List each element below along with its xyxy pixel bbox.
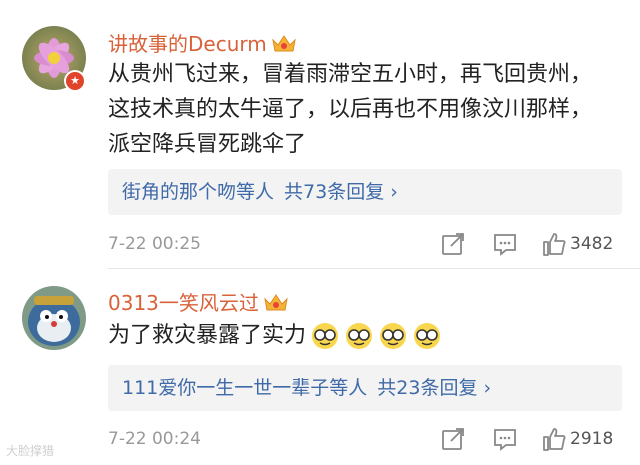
timestamp: 7-22 00:24	[108, 429, 201, 449]
nerd-face-emoji-icon	[346, 322, 373, 349]
comment-icon[interactable]	[491, 230, 519, 258]
comment-text: 从贵州飞过来，冒着雨滞空五小时，再飞回贵州， 这技术真的太牛逼了，以后再也不用像…	[108, 57, 618, 162]
reply-users[interactable]: 111爱你一生一世一辈子等人	[122, 377, 367, 399]
comment-item: ★ 讲故事的Decurm 从贵州飞过来，冒着雨滞空五小时，再飞回贵州， 这技术真…	[0, 0, 640, 268]
chevron-right-icon: ›	[483, 377, 492, 399]
comment-icon[interactable]	[491, 425, 519, 453]
comment-item: 0313一笑风云过 为了救灾暴露了实力 111爱你一生一世一辈子等人 共23条回复…	[0, 268, 640, 465]
comment-footer: 7-22 00:24 2918	[108, 425, 622, 455]
thumbs-up-icon[interactable]	[540, 230, 568, 258]
reply-count[interactable]: 共73条回复	[284, 181, 384, 203]
share-icon[interactable]	[439, 230, 467, 258]
reply-users[interactable]: 街角的那个吻等人	[122, 181, 274, 203]
reply-count[interactable]: 共23条回复	[377, 377, 477, 399]
avatar[interactable]	[22, 286, 86, 350]
replies-link[interactable]: 街角的那个吻等人 共73条回复 ›	[108, 169, 622, 215]
verified-badge-icon: ★	[64, 70, 86, 92]
comment-text-line: 从贵州飞过来，冒着雨滞空五小时，再飞回贵州，	[108, 62, 593, 87]
nerd-face-emoji-icon	[414, 322, 441, 349]
username-text[interactable]: 讲故事的Decurm	[108, 28, 267, 57]
comment-text-line: 为了救灾暴露了实力	[108, 323, 307, 348]
timestamp: 7-22 00:25	[108, 234, 201, 254]
username-text[interactable]: 0313一笑风云过	[108, 287, 259, 316]
nerd-face-emoji-icon	[312, 322, 339, 349]
watermark: 大脸撑猎	[6, 444, 55, 458]
comment-footer: 7-22 00:25 3482	[108, 230, 622, 260]
like-count: 2918	[570, 429, 614, 449]
replies-link[interactable]: 111爱你一生一世一辈子等人 共23条回复 ›	[108, 365, 622, 411]
crown-badge-icon	[264, 293, 288, 310]
nerd-face-emoji-icon	[380, 322, 407, 349]
share-icon[interactable]	[439, 425, 467, 453]
username[interactable]: 讲故事的Decurm	[108, 28, 297, 57]
comment-text-line: 这技术真的太牛逼了，以后再也不用像汶川那样，	[108, 97, 593, 122]
chevron-right-icon: ›	[390, 181, 398, 203]
username[interactable]: 0313一笑风云过	[108, 287, 289, 316]
crown-badge-icon	[271, 34, 296, 51]
comment-text: 为了救灾暴露了实力	[108, 318, 618, 353]
like-count: 3482	[570, 234, 614, 254]
thumbs-up-icon[interactable]	[540, 425, 568, 453]
comment-text-line: 派空降兵冒死跳伞了	[108, 132, 307, 157]
